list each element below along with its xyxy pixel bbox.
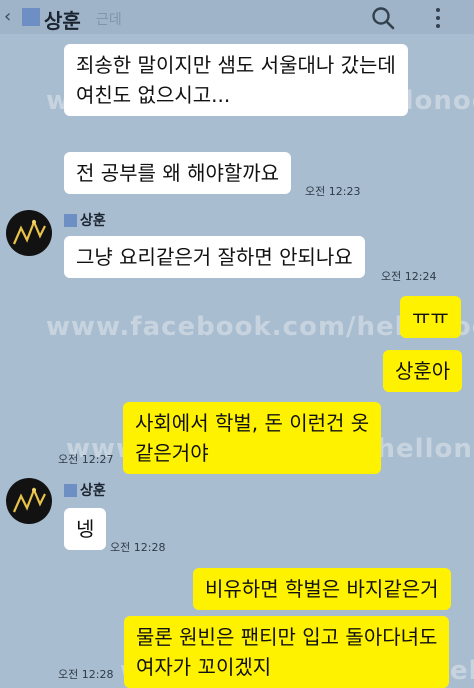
message-text: 여자가 꼬이겠지: [136, 655, 272, 679]
message-text: 같은거야: [135, 441, 209, 465]
chevron-left-icon[interactable]: ‹: [4, 6, 11, 27]
title-avatar-block: [22, 8, 40, 26]
avatar[interactable]: [6, 210, 52, 256]
avatar[interactable]: [6, 478, 52, 524]
search-icon[interactable]: [370, 5, 396, 31]
more-vertical-icon[interactable]: [432, 6, 444, 30]
message-bubble-sent[interactable]: 비유하면 학벌은 바지같은거: [193, 568, 451, 610]
sender-name: 상훈: [80, 213, 106, 229]
message-text: 전 공부를 왜 해야할까요: [76, 161, 280, 185]
message-bubble-received[interactable]: 넹: [64, 508, 107, 550]
message-text: 죄송한 말이지만 샘도 서울대나 갔는데: [76, 53, 396, 77]
message-bubble-sent[interactable]: 상훈아: [383, 350, 463, 392]
message-time: 오전 12:28: [58, 668, 114, 681]
message-time: 오전 12:27: [58, 453, 114, 466]
message-bubble-sent[interactable]: 사회에서 학벌, 돈 이런건 옷 같은거야: [123, 402, 382, 474]
message-time: 오전 12:24: [381, 270, 437, 283]
message-bubble-received[interactable]: 그냥 요리같은거 잘하면 안되나요: [64, 236, 365, 278]
message-text: 여친도 없으시고...: [76, 83, 231, 107]
message-bubble-sent[interactable]: 물론 원빈은 팬티만 입고 돌아다녀도 여자가 꼬이겠지: [124, 616, 450, 688]
message-text: 넹: [76, 517, 95, 541]
sender-badge: [64, 484, 77, 497]
message-text: 물론 원빈은 팬티만 입고 돌아다녀도: [136, 625, 438, 649]
sender-name: 상훈: [80, 483, 106, 499]
avatar-image: [12, 487, 46, 513]
sender-badge: [64, 214, 77, 227]
message-text: 그냥 요리같은거 잘하면 안되나요: [76, 245, 353, 269]
message-bubble-sent[interactable]: ㅠㅠ: [400, 296, 461, 338]
message-text: 상훈아: [395, 359, 451, 383]
message-bubble-received[interactable]: 전 공부를 왜 해야할까요: [64, 152, 292, 194]
message-text: 비유하면 학벌은 바지같은거: [205, 577, 439, 601]
message-time: 오전 12:23: [305, 185, 361, 198]
message-bubble-received[interactable]: 죄송한 말이지만 샘도 서울대나 갔는데 여친도 없으시고...: [64, 44, 408, 116]
message-time: 오전 12:28: [110, 541, 166, 554]
message-text: ㅠㅠ: [412, 305, 449, 329]
chat-subtitle: 근데: [96, 12, 122, 28]
message-text: 사회에서 학벌, 돈 이런건 옷: [135, 411, 370, 435]
avatar-image: [12, 219, 46, 245]
chat-title: 상훈: [44, 9, 81, 33]
chat-header: ‹ 상훈 근데: [0, 0, 474, 34]
